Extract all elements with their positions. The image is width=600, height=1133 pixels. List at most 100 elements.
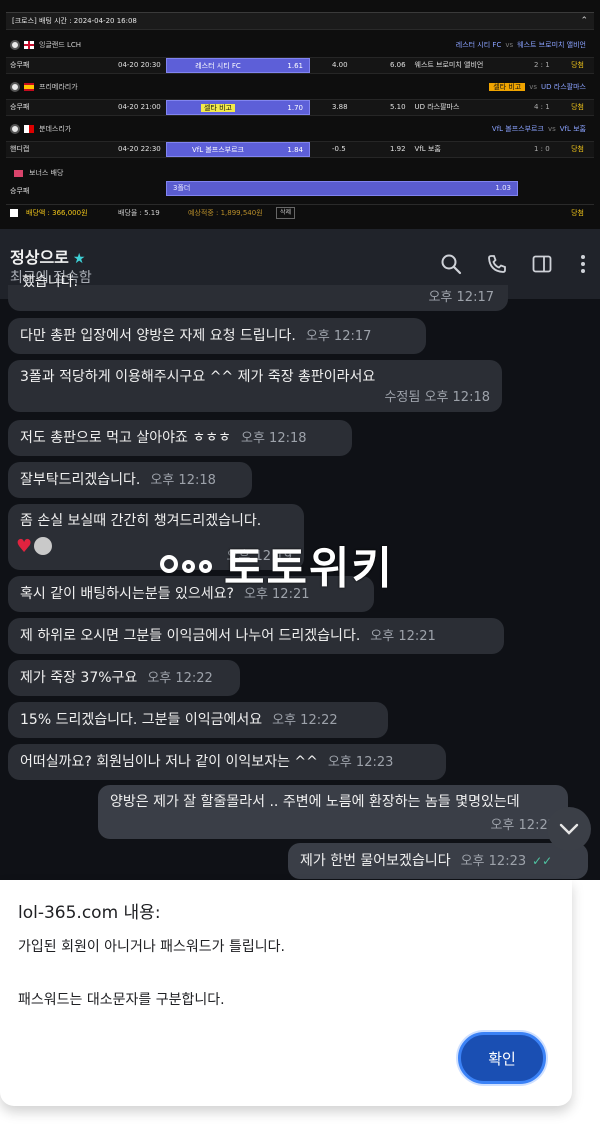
away-team: 6.06 웨스트 브로미치 앨비언: [390, 58, 483, 73]
dialog-message: 가입된 회원이 아니거나 패스워드가 틀립니다.: [18, 939, 285, 955]
score: 2 : 1: [534, 61, 550, 69]
league-matchup: 레스터 시티 FC vs 웨스트 브로미치 앨비언: [456, 40, 586, 50]
search-icon[interactable]: [440, 253, 462, 275]
phone-icon[interactable]: [486, 253, 508, 275]
message-text: 저도 총판으로 먹고 살아야죠 ㅎㅎㅎ: [20, 430, 231, 446]
spain-flag-icon: [24, 82, 34, 91]
league-row: 잉글랜드 LCH 레스터 시티 FC vs 웨스트 브로미치 앨비언: [6, 36, 594, 53]
matchup-home: 레스터 시티 FC: [455, 40, 502, 49]
league-name: 분데스리가: [39, 124, 72, 133]
home-selection[interactable]: 레스터 시티 FC 1.61: [166, 58, 310, 73]
sidebar-icon[interactable]: [531, 253, 553, 275]
select-checkbox[interactable]: [10, 209, 18, 217]
bonus-label-text: 보너스 배당: [29, 169, 64, 177]
bonus-bar-label: 3폴더: [173, 184, 191, 192]
result-badge: 당첨: [571, 103, 584, 111]
result-badge: 당첨: [571, 61, 584, 69]
home-odds: 1.70: [287, 104, 303, 112]
game-time: 04-20 20:30: [118, 61, 161, 69]
message-text: 했습니다.: [22, 274, 78, 290]
avatar: [34, 537, 53, 555]
message-text: 어떠실까요? 회원님이나 저나 같이 이익보자는 ^^: [20, 754, 318, 770]
soccer-ball-icon: [10, 81, 20, 92]
matchup-away: VfL 보훔: [559, 124, 586, 133]
soccer-ball-icon: [10, 123, 20, 134]
handicap-value: -0.5: [332, 145, 346, 153]
message-text: 제가 한번 물어보겠습니다: [300, 853, 451, 869]
league-name: 프리메라리가: [39, 82, 78, 91]
chat-message-outgoing: 제가 한번 물어보겠습니다 오후 12:23 ✓✓: [288, 843, 588, 879]
message-text: 다만 총판 입장에서 양방은 자제 요청 드립니다.: [20, 328, 296, 344]
game-row: 승무패 04-20 20:30 레스터 시티 FC 1.61 4.00 6.06 …: [6, 57, 594, 74]
message-time: 오후 12:23: [460, 854, 527, 869]
bonus-icon: [14, 169, 23, 177]
star-icon: ★: [72, 251, 86, 267]
away-team: 5.10 UD 라스팔마스: [390, 100, 459, 115]
matchup-home: VfL 볼프스부르크: [491, 124, 544, 133]
contact-name[interactable]: 정상으로 ★: [10, 244, 85, 268]
more-vert-icon[interactable]: [572, 253, 594, 275]
game-time: 04-20 22:30: [118, 145, 161, 153]
draw-odds: 3.88: [332, 103, 348, 111]
game-type: 승무패: [10, 61, 30, 69]
bet-amount: 배당액 : 366,000원: [26, 209, 88, 217]
chat-window: 정상으로 ★ 최근에 접속함 했습니다. 오후 12:17 다만 총판 입장에서 …: [0, 229, 600, 880]
message-time: 오후 12:18: [241, 431, 307, 446]
matchup-away: 웨스트 브로미치 앨비언: [517, 40, 586, 49]
summary-result: 당첨: [571, 209, 584, 217]
vs-label: vs: [529, 82, 538, 91]
home-team: VfL 볼프스부르크: [191, 146, 245, 154]
alert-dialog: lol-365.com 내용: 가입된 회원이 아니거나 패스워드가 틀립니다.…: [0, 880, 572, 1106]
message-text: 제 하위로 오시면 그분들 이익금에서 나누어 드리겠습니다.: [20, 628, 361, 644]
message-time: 오후 12:22: [147, 671, 213, 686]
league-name: 잉글랜드 LCH: [39, 40, 82, 49]
contact-name-text: 정상으로: [10, 248, 69, 267]
message-text: 좀 손실 보실때 간간히 챙겨드리겠습니다.: [20, 513, 262, 529]
message-text: 양방은 제가 잘 할줄몰라서 .. 주변에 노름에 환장하는 놈들 몇명있는데: [110, 794, 520, 810]
bet-slip-title: [크로스] 배팅 시간 : 2024-04-20 16:08: [12, 17, 137, 25]
away-name: UD 라스팔마스: [414, 103, 460, 111]
bet-slip-panel: [크로스] 배팅 시간 : 2024-04-20 16:08 ⌃ 잉글랜드 LC…: [0, 0, 600, 229]
away-odds: 1.92: [390, 145, 406, 153]
away-odds: 5.10: [390, 103, 406, 111]
game-type: 핸디캡: [10, 145, 30, 153]
result-badge: 당첨: [571, 145, 584, 153]
league-row: 분데스리가 VfL 볼프스부르크 vs VfL 보훔: [6, 120, 594, 137]
message-time: 오후 12:18: [150, 473, 216, 488]
message-text: 잘부탁드리겠습니다.: [20, 472, 141, 488]
germany-flag-icon: [24, 124, 34, 133]
vs-label: vs: [547, 124, 556, 133]
game-row: 승무패 04-20 21:00 셀타 비고 1.70 3.88 5.10 UD 라…: [6, 99, 594, 116]
watermark-logo-icon: [160, 555, 216, 573]
home-team-highlight: 셀타 비고: [201, 104, 235, 112]
vs-label: vs: [505, 40, 514, 49]
bet-slip-header[interactable]: [크로스] 배팅 시간 : 2024-04-20 16:08 ⌃: [6, 12, 594, 30]
delete-button[interactable]: 삭제: [276, 207, 296, 219]
scroll-to-bottom-button[interactable]: [547, 807, 591, 851]
home-team: 레스터 시티 FC: [195, 62, 241, 70]
league-row: 프리메라리가 셀타 비고 vs UD 라스팔마스: [6, 78, 594, 95]
england-flag-icon: [24, 40, 34, 49]
draw-odds: 4.00: [332, 61, 348, 69]
chat-message: 어떠실까요? 회원님이나 저나 같이 이익보자는 ^^ 오후 12:23: [8, 744, 446, 780]
message-time: 오후 12:17: [305, 329, 372, 344]
watermark-text: 토토위키: [224, 543, 394, 594]
chat-message-outgoing: 양방은 제가 잘 할줄몰라서 .. 주변에 노름에 환장하는 놈들 몇명있는데 …: [98, 785, 568, 839]
home-selection[interactable]: VfL 볼프스부르크 1.84: [166, 142, 310, 157]
home-selection[interactable]: 셀타 비고 1.70: [166, 100, 310, 115]
chat-message: 15% 드리겠습니다. 그분들 이익금에서요 오후 12:22: [8, 702, 388, 738]
score: 1 : 0: [534, 145, 550, 153]
message-time: 수정됨 오후 12:18: [384, 390, 490, 405]
message-time: 오후 12:17: [428, 290, 494, 305]
matchup-away: UD 라스팔마스: [541, 82, 586, 91]
chat-message: 저도 총판으로 먹고 살아야죠 ㅎㅎㅎ 오후 12:18: [8, 420, 352, 456]
message-reactions[interactable]: ♥: [16, 535, 53, 557]
bonus-type: 승무패: [10, 187, 30, 195]
game-time: 04-20 21:00: [118, 103, 161, 111]
league-matchup: VfL 볼프스부르크 vs VfL 보훔: [492, 124, 586, 134]
ok-button[interactable]: 확인: [458, 1032, 546, 1084]
league-matchup: 셀타 비고 vs UD 라스팔마스: [489, 82, 586, 92]
heart-icon: ♥: [16, 535, 33, 557]
chevron-up-icon[interactable]: ⌃: [580, 16, 588, 26]
soccer-ball-icon: [10, 39, 20, 50]
